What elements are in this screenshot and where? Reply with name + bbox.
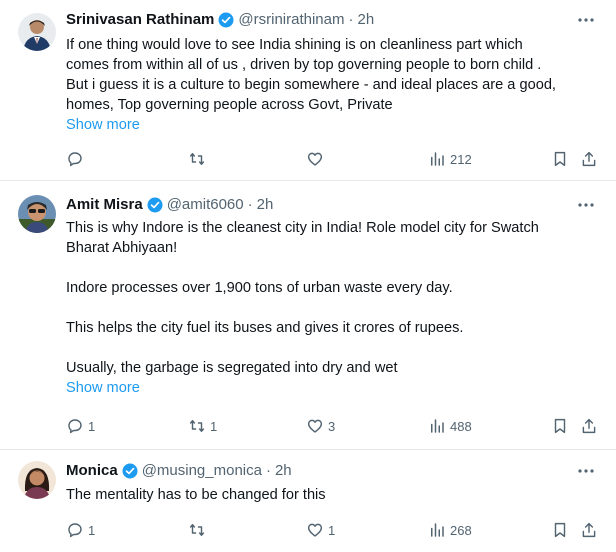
like-icon bbox=[307, 419, 323, 433]
meta-separator: · bbox=[348, 11, 354, 28]
timestamp[interactable]: 2h bbox=[275, 461, 292, 481]
views-count: 488 bbox=[450, 418, 472, 434]
tweet-header: Srinivasan Rathinam @rsrinirathinam · 2h bbox=[66, 10, 374, 30]
share-button[interactable] bbox=[580, 416, 598, 436]
meta-separator: · bbox=[265, 462, 271, 479]
views-icon bbox=[431, 419, 444, 433]
tweet[interactable]: Srinivasan Rathinam @rsrinirathinam · 2h… bbox=[0, 0, 616, 176]
bookmark-icon bbox=[554, 418, 566, 434]
like-icon bbox=[307, 523, 323, 537]
avatar[interactable] bbox=[18, 461, 56, 499]
like-count: 1 bbox=[328, 522, 336, 538]
display-name[interactable]: Amit Misra bbox=[66, 195, 143, 215]
bookmark-button[interactable] bbox=[551, 416, 569, 436]
timestamp[interactable]: 2h bbox=[357, 10, 374, 30]
views-icon bbox=[431, 523, 444, 537]
like-button[interactable]: 1 bbox=[306, 520, 335, 540]
bookmark-button[interactable] bbox=[551, 520, 569, 540]
reply-count: 1 bbox=[88, 522, 96, 538]
tweet-paragraph: This helps the city fuel its buses and g… bbox=[66, 320, 464, 336]
tweet-actions: 212 bbox=[66, 149, 606, 169]
tweet-paragraph: Usually, the garbage is segregated into … bbox=[66, 360, 398, 376]
views-count: 212 bbox=[450, 151, 472, 167]
reply-icon bbox=[68, 419, 82, 434]
share-icon bbox=[582, 522, 596, 538]
repost-icon bbox=[189, 524, 205, 536]
tweet-text: If one thing would love to see India shi… bbox=[66, 35, 606, 135]
meta-separator: · bbox=[247, 196, 253, 213]
avatar[interactable] bbox=[18, 195, 56, 233]
like-button[interactable]: 3 bbox=[306, 416, 335, 436]
display-name[interactable]: Srinivasan Rathinam bbox=[66, 10, 214, 30]
tweet-paragraph: The mentality has to be changed for this bbox=[66, 487, 326, 503]
bookmark-icon bbox=[554, 522, 566, 538]
display-name[interactable]: Monica bbox=[66, 461, 118, 481]
timestamp[interactable]: 2h bbox=[257, 195, 274, 215]
reply-count: 1 bbox=[88, 418, 96, 434]
more-options-icon[interactable] bbox=[574, 10, 598, 30]
show-more-link[interactable]: Show more bbox=[66, 115, 606, 135]
views-button[interactable]: 268 bbox=[428, 520, 472, 540]
like-count: 3 bbox=[328, 418, 336, 434]
reply-feed: Srinivasan Rathinam @rsrinirathinam · 2h… bbox=[0, 0, 616, 552]
repost-count: 1 bbox=[210, 418, 218, 434]
tweet-text: This is why Indore is the cleanest city … bbox=[66, 218, 606, 398]
share-button[interactable] bbox=[580, 520, 598, 540]
tweet-header: Monica @musing_monica · 2h bbox=[66, 461, 292, 481]
bookmark-icon bbox=[554, 151, 566, 167]
bookmark-button[interactable] bbox=[551, 149, 569, 169]
user-handle[interactable]: @rsrinirathinam bbox=[238, 10, 344, 30]
tweet-header: Amit Misra @amit6060 · 2h bbox=[66, 195, 273, 215]
reply-button[interactable]: 1 bbox=[66, 416, 95, 436]
views-button[interactable]: 212 bbox=[428, 149, 472, 169]
views-button[interactable]: 488 bbox=[428, 416, 472, 436]
tweet-actions: 1 1 3 488 bbox=[66, 416, 606, 436]
verified-badge-icon bbox=[122, 463, 138, 479]
tweet-paragraph: This is why Indore is the cleanest city … bbox=[66, 220, 539, 256]
reply-button[interactable] bbox=[66, 149, 88, 169]
tweet[interactable]: Monica @musing_monica · 2h The mentality… bbox=[0, 450, 616, 552]
reply-icon bbox=[68, 523, 82, 538]
more-options-icon[interactable] bbox=[574, 195, 598, 215]
share-icon bbox=[582, 418, 596, 434]
repost-button[interactable] bbox=[188, 149, 210, 169]
show-more-link[interactable]: Show more bbox=[66, 378, 606, 398]
tweet-paragraph: If one thing would love to see India shi… bbox=[66, 37, 556, 113]
like-icon bbox=[307, 152, 323, 166]
reply-icon bbox=[68, 152, 82, 167]
repost-button[interactable] bbox=[188, 520, 210, 540]
avatar[interactable] bbox=[18, 13, 56, 51]
repost-button[interactable]: 1 bbox=[188, 416, 217, 436]
tweet[interactable]: Amit Misra @amit6060 · 2h This is why In… bbox=[0, 181, 616, 446]
more-options-icon[interactable] bbox=[574, 461, 598, 481]
tweet-paragraph: Indore processes over 1,900 tons of urba… bbox=[66, 280, 453, 296]
tweet-actions: 1 1 268 bbox=[66, 520, 606, 540]
reply-button[interactable]: 1 bbox=[66, 520, 95, 540]
user-handle[interactable]: @amit6060 bbox=[167, 195, 244, 215]
repost-icon bbox=[189, 153, 205, 165]
verified-badge-icon bbox=[218, 12, 234, 28]
repost-icon bbox=[189, 420, 205, 432]
share-icon bbox=[582, 151, 596, 167]
like-button[interactable] bbox=[306, 149, 328, 169]
user-handle[interactable]: @musing_monica bbox=[142, 461, 262, 481]
share-button[interactable] bbox=[580, 149, 598, 169]
verified-badge-icon bbox=[147, 197, 163, 213]
views-icon bbox=[431, 152, 444, 166]
views-count: 268 bbox=[450, 522, 472, 538]
tweet-text: The mentality has to be changed for this bbox=[66, 485, 606, 505]
